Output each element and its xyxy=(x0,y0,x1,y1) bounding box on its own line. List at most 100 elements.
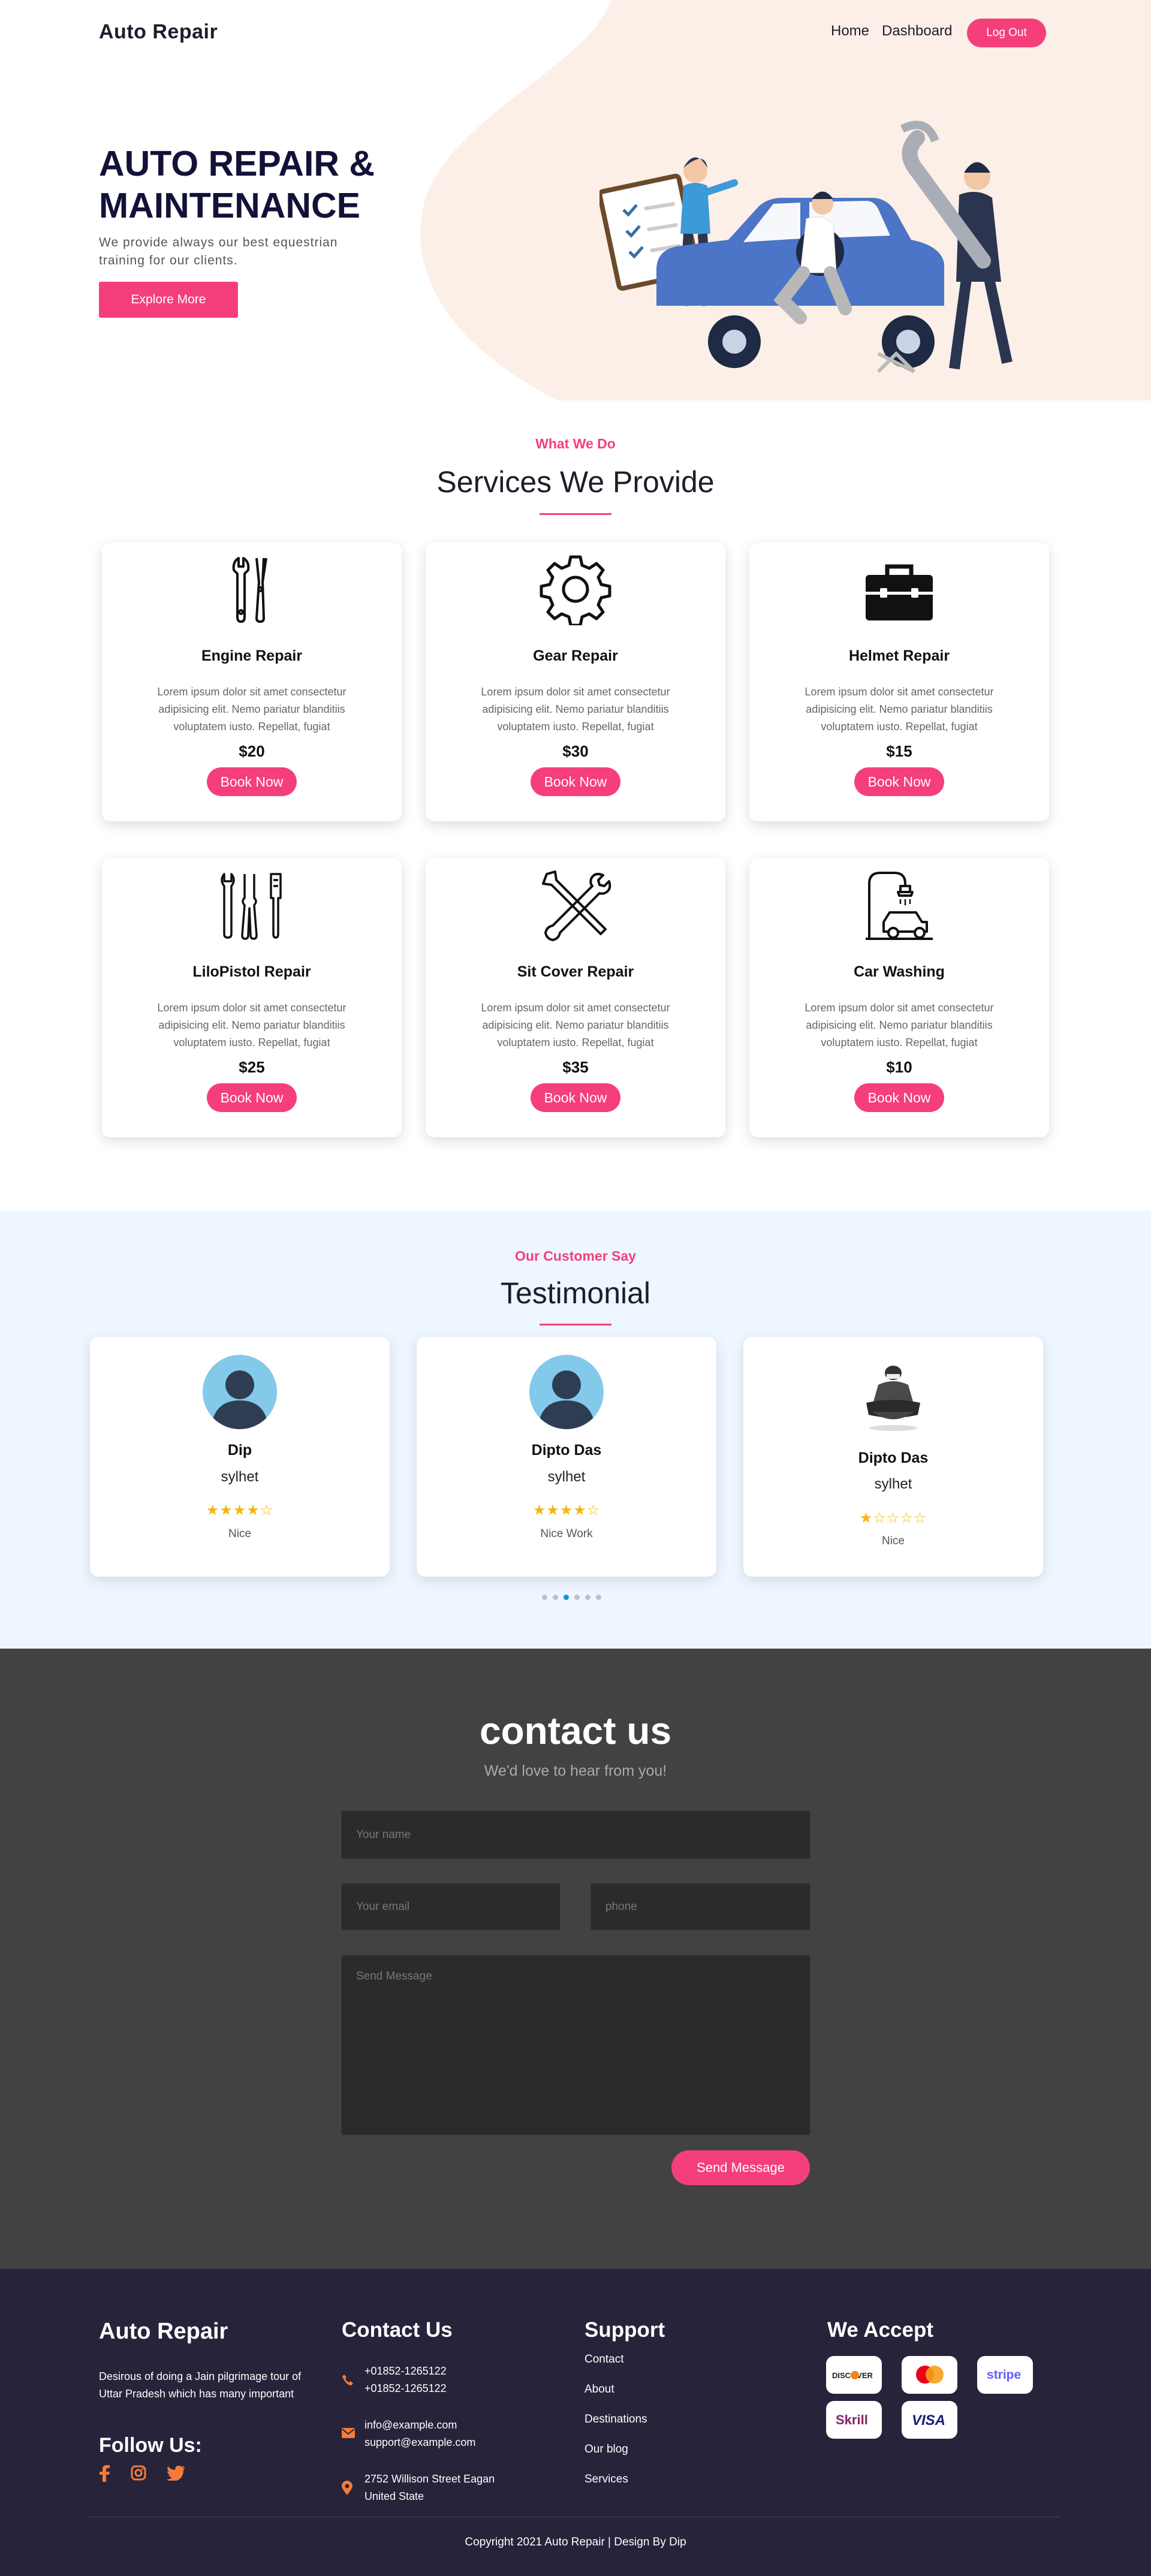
contact-title: contact us xyxy=(479,1709,672,1752)
book-now-button[interactable]: Book Now xyxy=(854,767,944,796)
service-price: $30 xyxy=(562,742,589,760)
service-description: Lorem ipsum dolor sit amet consectetur a… xyxy=(481,1002,670,1049)
rating-stars: ★★★★☆ xyxy=(206,1502,274,1519)
service-price: $10 xyxy=(886,1058,912,1076)
instagram-icon[interactable] xyxy=(131,2465,146,2481)
support-link-services[interactable]: Services xyxy=(584,2473,628,2486)
message-textarea[interactable] xyxy=(341,1955,810,2135)
testimonial-title: Testimonial xyxy=(500,1276,651,1310)
footer-phone-1[interactable]: +01852-1265122 xyxy=(364,2363,447,2380)
rating-stars: ★☆☆☆☆ xyxy=(859,1510,927,1526)
service-name: Helmet Repair xyxy=(848,647,950,664)
nav-home[interactable]: Home xyxy=(831,23,869,40)
testimonial-card[interactable]: Dipto Das sylhet ★☆☆☆☆ Nice xyxy=(743,1337,1043,1577)
service-description: Lorem ipsum dolor sit amet consectetur a… xyxy=(805,686,994,733)
review-comment: Nice Work xyxy=(540,1527,593,1540)
service-description: Lorem ipsum dolor sit amet consectetur a… xyxy=(481,686,670,733)
support-title: Support xyxy=(584,2318,665,2342)
wrench-pliers-icon xyxy=(232,557,267,623)
footer-address-2: United State xyxy=(364,2490,424,2502)
service-card-helmet-repair: Helmet Repair Lorem ipsum dolor sit amet… xyxy=(749,543,1049,821)
footer-description: Desirous of doing a Jain pilgrimage tour… xyxy=(99,2370,302,2400)
name-input[interactable] xyxy=(341,1810,810,1859)
service-card-car-washing: Car Washing Lorem ipsum dolor sit amet c… xyxy=(749,858,1049,1137)
service-name: Gear Repair xyxy=(533,647,618,664)
tool-set-icon xyxy=(221,873,282,940)
explore-more-button[interactable]: Explore More xyxy=(99,282,238,318)
footer-email-1[interactable]: info@example.com xyxy=(364,2417,457,2434)
book-now-button[interactable]: Book Now xyxy=(854,1083,944,1112)
contact-subtitle: We'd love to hear from you! xyxy=(484,1762,667,1779)
services-title-underline xyxy=(540,513,611,515)
contact-us-title: Contact Us xyxy=(342,2318,453,2342)
phone-icon xyxy=(342,2375,353,2385)
support-link-about[interactable]: About xyxy=(584,2383,614,2396)
book-now-button[interactable]: Book Now xyxy=(531,1083,620,1112)
testimonial-title-underline xyxy=(540,1324,611,1325)
support-link-destinations[interactable]: Destinations xyxy=(584,2413,647,2426)
testimonial-card[interactable]: Dipto Das sylhet ★★★★☆ Nice Work xyxy=(417,1337,716,1577)
carousel-dot[interactable] xyxy=(542,1595,547,1600)
avatar-person-photo xyxy=(866,1366,920,1431)
hero-subtitle: We provide always our best equestrian tr… xyxy=(99,236,338,267)
phone-input[interactable] xyxy=(590,1883,810,1930)
services-kicker: What We Do xyxy=(535,436,616,451)
reviewer-name: Dip xyxy=(227,1442,252,1459)
book-now-button[interactable]: Book Now xyxy=(207,1083,297,1112)
carousel-dot[interactable] xyxy=(585,1595,590,1600)
footer-brand: Auto Repair xyxy=(99,2319,228,2344)
support-link-our-blog[interactable]: Our blog xyxy=(584,2443,628,2456)
avatar-user-icon xyxy=(203,1355,277,1429)
service-name: Sit Cover Repair xyxy=(517,963,634,980)
service-description: Lorem ipsum dolor sit amet consectetur a… xyxy=(157,686,346,733)
mastercard-icon xyxy=(902,2356,957,2394)
location-pin-icon xyxy=(342,2481,352,2495)
carousel-dot-active[interactable] xyxy=(564,1595,569,1600)
review-comment: Nice xyxy=(228,1527,251,1540)
carousel-dot[interactable] xyxy=(574,1595,580,1600)
service-name: Car Washing xyxy=(854,963,945,980)
reviewer-location: sylhet xyxy=(547,1469,586,1485)
send-message-button[interactable]: Send Message xyxy=(671,2150,810,2185)
email-icon xyxy=(342,2428,355,2438)
service-name: LiloPistol Repair xyxy=(192,963,311,980)
skrill-icon: Skrill xyxy=(826,2401,882,2439)
gear-icon xyxy=(540,555,611,625)
car-repair-illustration xyxy=(599,120,1013,373)
follow-us-title: Follow Us: xyxy=(99,2434,202,2457)
footer-email-2[interactable]: support@example.com xyxy=(364,2434,475,2451)
service-price: $35 xyxy=(562,1058,589,1076)
service-card-lilopistol-repair: LiloPistol Repair Lorem ipsum dolor sit … xyxy=(102,858,402,1137)
reviewer-location: sylhet xyxy=(221,1469,259,1485)
email-input[interactable] xyxy=(341,1883,561,1930)
book-now-button[interactable]: Book Now xyxy=(531,767,620,796)
service-price: $25 xyxy=(239,1058,265,1076)
avatar-user-icon xyxy=(529,1355,604,1429)
reviewer-name: Dipto Das xyxy=(858,1450,929,1466)
carousel-dot[interactable] xyxy=(596,1595,601,1600)
testimonial-card[interactable]: Dip sylhet ★★★★☆ Nice xyxy=(90,1337,390,1577)
support-link-contact[interactable]: Contact xyxy=(584,2353,623,2366)
book-now-button[interactable]: Book Now xyxy=(207,767,297,796)
service-description: Lorem ipsum dolor sit amet consectetur a… xyxy=(805,1002,994,1049)
facebook-icon[interactable] xyxy=(99,2465,110,2482)
discover-card-icon: DISCOVER xyxy=(826,2356,882,2394)
service-card-sit-cover-repair: Sit Cover Repair Lorem ipsum dolor sit a… xyxy=(426,858,725,1137)
twitter-icon[interactable] xyxy=(167,2466,185,2481)
footer xyxy=(0,2269,1151,2576)
visa-logo-text: VISA xyxy=(912,2412,945,2429)
reviewer-name: Dipto Das xyxy=(531,1442,602,1459)
nav-dashboard[interactable]: Dashboard xyxy=(882,23,952,40)
hero-title: AUTO REPAIR & MAINTENANCE xyxy=(99,144,375,225)
rating-stars: ★★★★☆ xyxy=(532,1502,601,1519)
service-card-gear-repair: Gear Repair Lorem ipsum dolor sit amet c… xyxy=(426,543,725,821)
footer-phone-2[interactable]: +01852-1265122 xyxy=(364,2380,447,2397)
reviewer-location: sylhet xyxy=(874,1476,912,1492)
crossed-tools-icon xyxy=(542,870,611,941)
brand-logo[interactable]: Auto Repair xyxy=(99,20,218,44)
carousel-dot[interactable] xyxy=(553,1595,558,1600)
services-title: Services We Provide xyxy=(436,465,715,499)
toolbox-icon xyxy=(866,564,933,620)
service-name: Engine Repair xyxy=(201,647,303,664)
logout-button[interactable]: Log Out xyxy=(967,19,1046,47)
